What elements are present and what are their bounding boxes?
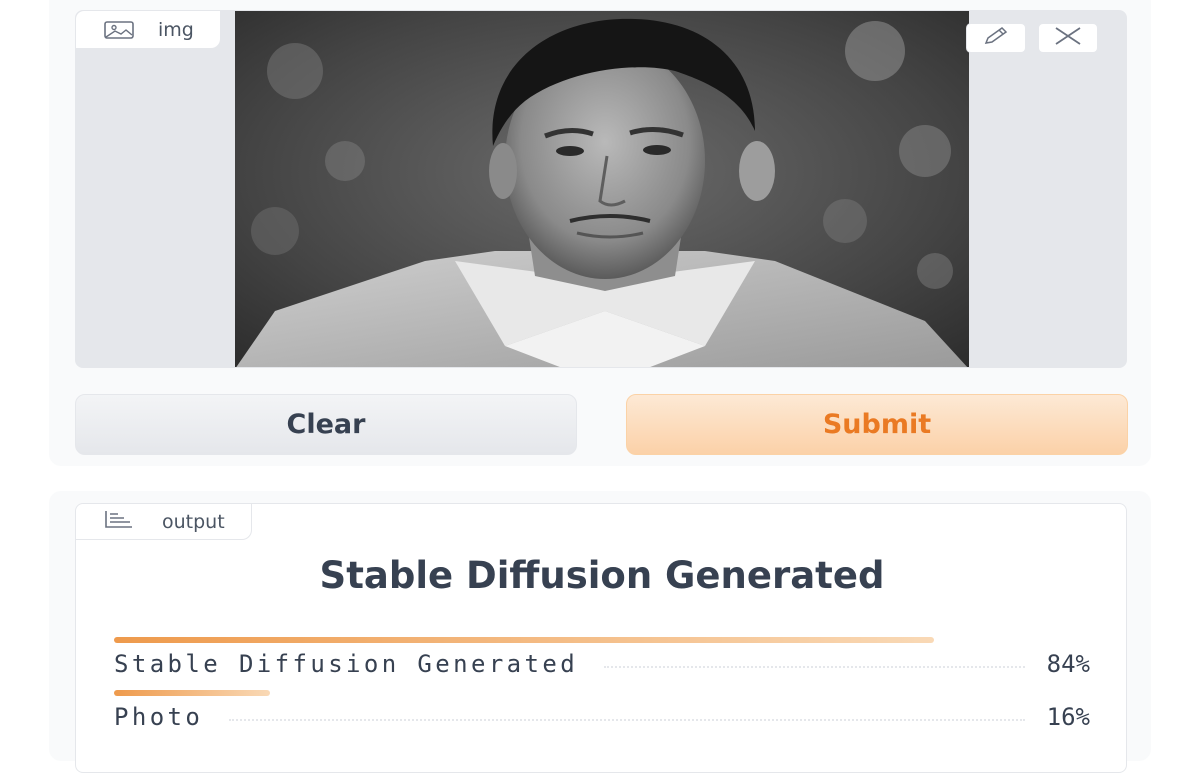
input-panel: img Clear Submit bbox=[49, 0, 1151, 466]
confidence-label: Photo bbox=[114, 703, 204, 731]
predicted-label: Stable Diffusion Generated bbox=[319, 554, 885, 597]
confidence-leader bbox=[604, 666, 1025, 668]
confidence-item: Stable Diffusion Generated 84% bbox=[114, 637, 1090, 678]
confidence-value: 84% bbox=[1046, 650, 1090, 678]
output-label-text: output bbox=[162, 510, 225, 533]
edit-button[interactable] bbox=[966, 23, 1026, 53]
output-label-tab: output bbox=[76, 504, 252, 540]
close-icon bbox=[1054, 27, 1082, 49]
confidence-bar bbox=[114, 690, 271, 696]
confidence-label: Stable Diffusion Generated bbox=[114, 650, 579, 678]
clear-button[interactable]: Clear bbox=[75, 394, 577, 455]
confidence-value: 16% bbox=[1046, 703, 1090, 731]
image-input-label-text: img bbox=[158, 18, 194, 41]
confidence-leader bbox=[229, 719, 1025, 721]
pencil-icon bbox=[980, 26, 1012, 50]
image-icon bbox=[104, 20, 134, 39]
close-button[interactable] bbox=[1038, 23, 1098, 53]
image-input-label: img bbox=[76, 11, 221, 49]
submit-button[interactable]: Submit bbox=[626, 394, 1128, 455]
bar-chart-icon bbox=[104, 510, 134, 533]
confidence-bar bbox=[114, 637, 934, 643]
uploaded-photo bbox=[235, 11, 969, 367]
output-panel: output Stable Diffusion Generated Stable… bbox=[49, 491, 1151, 773]
confidence-item: Photo 16% bbox=[114, 690, 1090, 731]
output-label-component: output Stable Diffusion Generated Stable… bbox=[75, 503, 1127, 773]
image-input[interactable]: img bbox=[75, 10, 1127, 368]
